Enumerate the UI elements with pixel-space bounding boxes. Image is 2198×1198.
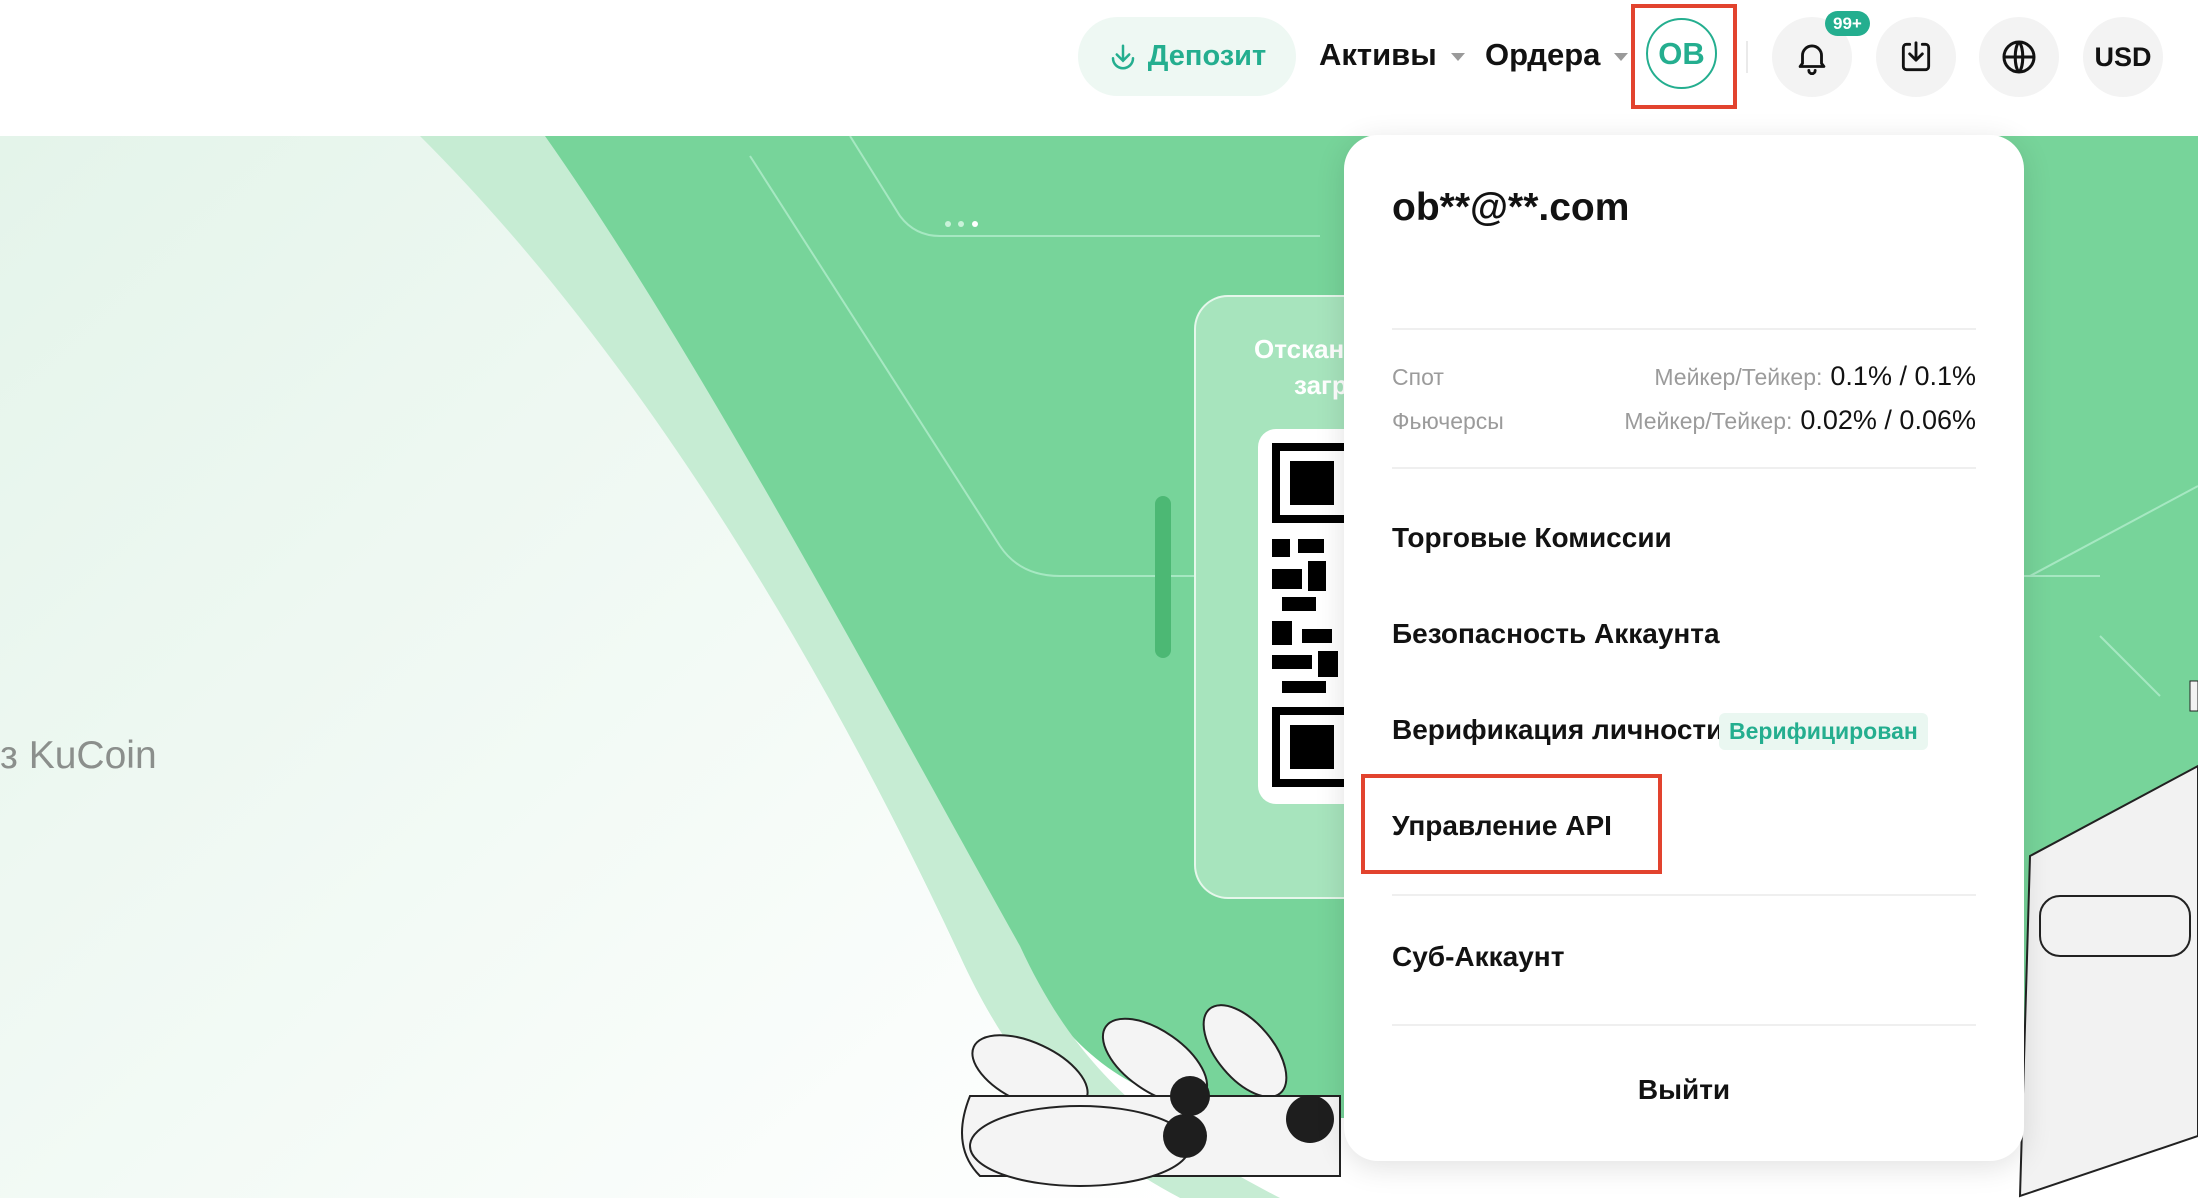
globe-icon [2002,40,2036,74]
account-dropdown: ob**@**.com Спот Мейкер/Тейкер: 0.1% / 0.… [1344,135,2024,1161]
app-download-icon [1901,41,1931,72]
bell-icon [1798,44,1826,75]
deposit-label: Депозит [1147,40,1267,72]
divider [1392,328,1976,330]
divider [1746,41,1748,73]
menu-trading-fees[interactable]: Торговые Комиссии [1392,522,1672,554]
fee-label-futures: Фьючерсы [1392,408,1504,434]
fee-prefix: Мейкер/Тейкер: [1624,408,1793,434]
currency-label: USD [2094,41,2152,72]
logout-button[interactable]: Выйти [1344,1074,2024,1106]
fee-rate-spot: Мейкер/Тейкер: 0.1% / 0.1% [1654,361,1976,392]
divider [1392,894,1976,896]
menu-api-management[interactable]: Управление API [1392,810,1612,842]
qr-card-title: Отскан загр [1254,331,1348,403]
top-navbar: Депозит Активы Ордера OB 99+ USD [0,0,2198,136]
nav-assets-label: Активы [1319,37,1437,72]
menu-identity-verification[interactable]: Верификация личности [1392,714,1723,746]
avatar-initials: OB [1658,35,1705,71]
fee-value-spot: 0.1% / 0.1% [1830,361,1976,391]
fee-row-futures: Фьючерсы Мейкер/Тейкер: 0.02% / 0.06% [1392,405,1976,436]
menu-account-security[interactable]: Безопасность Аккаунта [1392,618,1720,650]
avatar-button[interactable]: OB [1646,18,1717,89]
chevron-down-icon [1450,53,1465,61]
hero-tagline: з KuCoin [0,734,157,777]
app-download-button[interactable] [1876,17,1956,97]
verified-status-badge: Верифицирован [1719,713,1928,750]
menu-sub-account[interactable]: Суб-Аккаунт [1392,941,1564,973]
currency-button[interactable]: USD [2083,17,2163,97]
account-email: ob**@**.com [1392,186,1630,229]
fee-prefix: Мейкер/Тейкер: [1654,364,1823,390]
fee-value-futures: 0.02% / 0.06% [1800,405,1976,435]
fee-rate-futures: Мейкер/Тейкер: 0.02% / 0.06% [1624,405,1976,436]
qr-card-title-line1: Отскан [1254,334,1345,364]
notification-count-badge: 99+ [1825,11,1870,36]
qr-card-title-line2: загр [1294,370,1348,400]
divider [1392,1024,1976,1026]
deposit-button[interactable]: Депозит [1078,17,1296,96]
divider [1392,467,1976,469]
fee-row-spot: Спот Мейкер/Тейкер: 0.1% / 0.1% [1392,361,1976,392]
download-icon [1111,44,1135,69]
fee-label-spot: Спот [1392,364,1444,390]
nav-orders-label: Ордера [1485,37,1601,72]
nav-orders[interactable]: Ордера [1485,37,1629,73]
nav-assets[interactable]: Активы [1319,37,1465,73]
chevron-down-icon [1614,53,1629,61]
language-button[interactable] [1979,17,2059,97]
